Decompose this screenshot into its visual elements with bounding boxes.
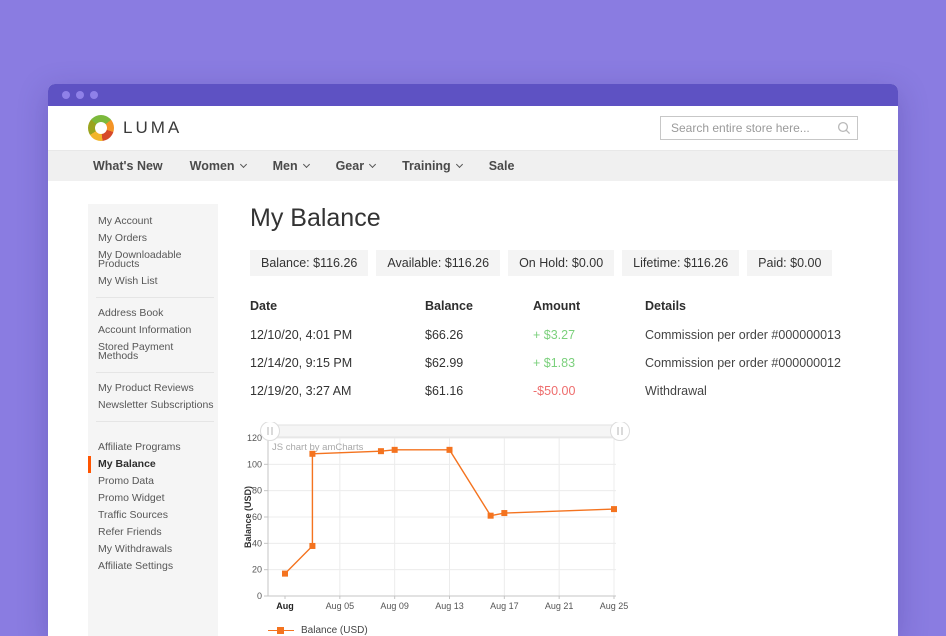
balance-content: My Balance Balance: $116.26 Available: $… [250,204,850,636]
sidebar-item[interactable]: My Orders [88,230,218,247]
nav-menu-label: Gear [336,159,365,173]
nav-menu-label: Sale [489,159,515,173]
sidebar-item[interactable]: Promo Data [88,473,218,490]
nav-menu-item[interactable]: Training [402,159,462,173]
cell-amount: + $3.27 [533,322,645,350]
chevron-down-icon [240,161,247,168]
svg-text:0: 0 [257,591,262,601]
account-sidebar: My Account My Orders My Downloadable Pro… [88,204,218,636]
account-page: My Account My Orders My Downloadable Pro… [48,181,898,636]
column-header-details: Details [645,295,842,322]
sidebar-item[interactable]: My Downloadable Products [88,247,218,273]
cell-amount: + $1.83 [533,350,645,378]
svg-text:Aug 17: Aug 17 [490,601,519,611]
balance-summary: Balance: $116.26 Available: $116.26 On H… [250,250,850,276]
balance-badge: Available: $116.26 [376,250,500,276]
sidebar-item[interactable]: My Account [88,213,218,230]
legend-line-marker-icon [268,627,294,634]
column-header-balance: Balance [425,295,533,322]
svg-text:Balance (USD): Balance (USD) [243,486,253,548]
nav-menu-item[interactable]: Men [273,159,309,173]
legend-label: Balance (USD) [301,625,368,636]
svg-text:20: 20 [252,565,262,575]
luma-logo-icon [88,115,114,141]
store-search [660,116,858,140]
cell-details: Commission per order #000000013 [645,322,842,350]
sidebar-item[interactable]: Traffic Sources [88,507,218,524]
svg-text:JS chart by amCharts: JS chart by amCharts [272,442,364,453]
cell-details: Withdrawal [645,378,842,406]
sidebar-item[interactable]: Account Information [88,322,218,339]
balance-badge: Lifetime: $116.26 [622,250,739,276]
sidebar-item[interactable]: Affiliate Programs [88,439,218,456]
nav-menu-label: Women [190,159,235,173]
sidebar-item[interactable]: Affiliate Settings [88,558,218,575]
nav-menu-label: Training [402,159,451,173]
svg-text:120: 120 [247,433,262,443]
svg-text:40: 40 [252,538,262,548]
column-header-amount: Amount [533,295,645,322]
sidebar-item[interactable]: Stored Payment Methods [88,339,218,365]
cell-date: 12/19/20, 3:27 AM [250,378,425,406]
column-header-date: Date [250,295,425,322]
nav-menu-label: What's New [93,159,163,173]
sidebar-divider [96,372,214,373]
sidebar-item[interactable]: My Product Reviews [88,380,218,397]
svg-text:Aug 09: Aug 09 [380,601,409,611]
svg-text:Aug: Aug [276,601,294,611]
nav-menu-label: Men [273,159,298,173]
nav-menu-item[interactable]: Women [190,159,246,173]
balance-badge: Balance: $116.26 [250,250,368,276]
svg-text:Aug 05: Aug 05 [326,601,355,611]
sidebar-item[interactable]: Refer Friends [88,524,218,541]
search-input[interactable] [660,116,858,140]
svg-text:Aug 13: Aug 13 [435,601,464,611]
sidebar-divider [96,421,214,422]
browser-window: LUMA What's New Women Men [48,84,898,636]
sidebar-item[interactable]: My Wish List [88,273,218,290]
nav-menu-item[interactable]: Sale [489,159,515,173]
cell-balance: $66.26 [425,322,533,350]
main-navigation: What's New Women Men Gear Training [48,150,898,181]
cell-date: 12/14/20, 9:15 PM [250,350,425,378]
nav-menu-item[interactable]: Gear [336,159,376,173]
chevron-down-icon [303,161,310,168]
luma-logo[interactable]: LUMA [88,115,182,141]
cell-details: Commission per order #000000012 [645,350,842,378]
svg-text:100: 100 [247,459,262,469]
sidebar-divider [96,297,214,298]
balance-badge: Paid: $0.00 [747,250,832,276]
cell-balance: $62.99 [425,350,533,378]
chevron-down-icon [369,161,376,168]
svg-text:60: 60 [252,512,262,522]
cell-date: 12/10/20, 4:01 PM [250,322,425,350]
chevron-down-icon [456,161,463,168]
sidebar-item[interactable]: Address Book [88,305,218,322]
window-control-dot[interactable] [90,91,98,99]
svg-text:Aug 21: Aug 21 [545,601,574,611]
page-title: My Balance [250,204,850,233]
balance-history-table: Date Balance Amount Details 12/10/20, 4:… [250,295,842,406]
svg-text:80: 80 [252,486,262,496]
luma-logo-text: LUMA [123,118,182,138]
search-icon[interactable] [837,121,851,135]
store-header: LUMA [48,106,898,150]
chart-legend[interactable]: Balance (USD) [243,625,850,636]
balance-line-chart[interactable]: 0 20 40 60 80 100 120 Aug Aug 05 Aug 09 Aug 13 Aug … [243,422,630,614]
cell-amount: -$50.00 [533,378,645,406]
window-control-dot[interactable] [62,91,70,99]
nav-menu-item[interactable]: What's New [93,159,163,173]
sidebar-item[interactable]: Promo Widget [88,490,218,507]
window-titlebar [48,84,898,106]
sidebar-item[interactable]: Newsletter Subscriptions [88,397,218,414]
sidebar-item[interactable]: My Withdrawals [88,541,218,558]
balance-chart-container: 0 20 40 60 80 100 120 Aug Aug 05 Aug 09 Aug 13 Aug … [243,422,850,636]
sidebar-item[interactable]: My Balance [88,456,218,473]
window-control-dot[interactable] [76,91,84,99]
balance-badge: On Hold: $0.00 [508,250,614,276]
svg-text:Aug 25: Aug 25 [600,601,629,611]
cell-balance: $61.16 [425,378,533,406]
